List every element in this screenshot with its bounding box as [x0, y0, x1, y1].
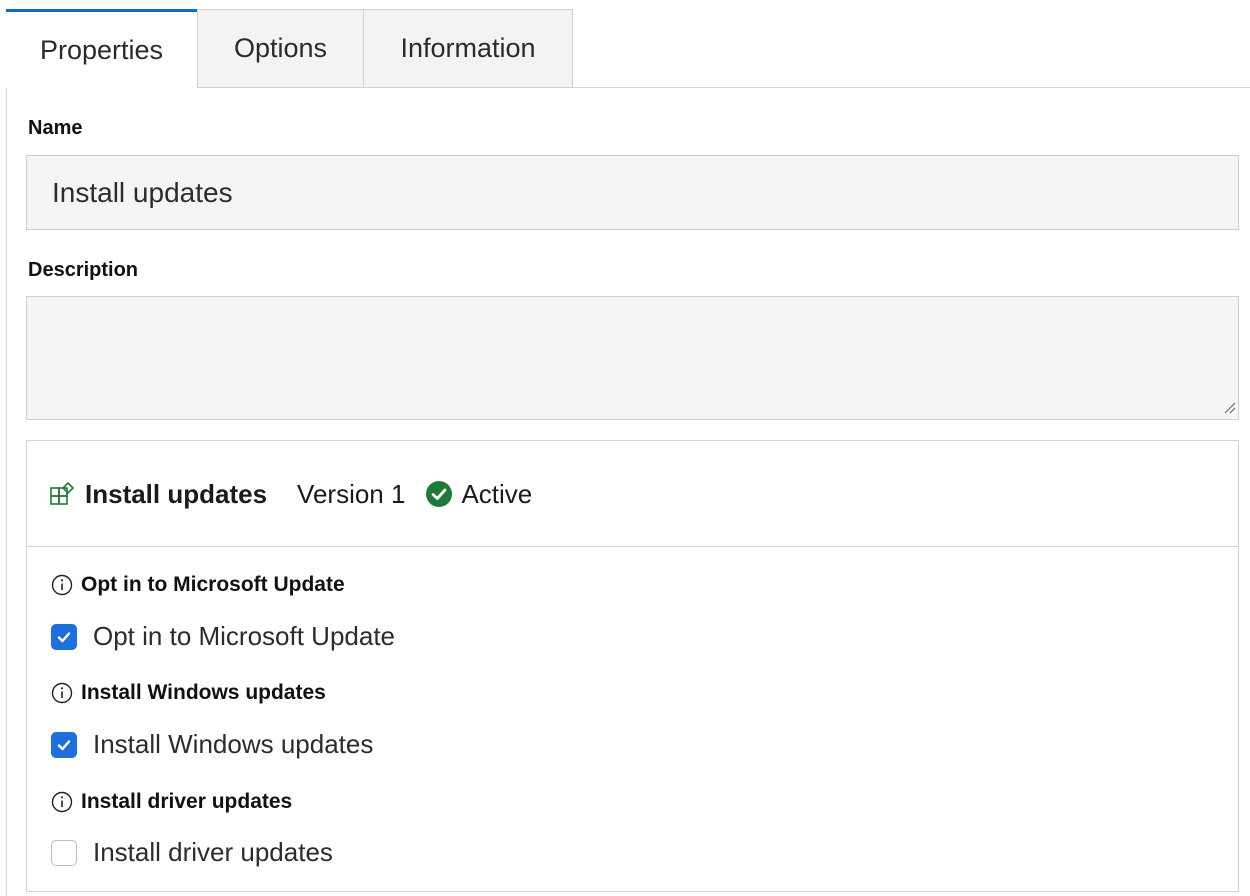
checkbox-label: Install Windows updates: [93, 729, 374, 759]
section-label-windows-updates: Install Windows updates: [51, 681, 326, 705]
checkmark-icon: [57, 631, 71, 642]
description-label: Description: [28, 259, 139, 281]
card-title: Install updates: [85, 478, 268, 509]
section-label-opt-in: Opt in to Microsoft Update: [51, 573, 345, 597]
card-header: Install updates Version 1 Active: [27, 441, 1238, 547]
info-icon[interactable]: [51, 791, 73, 813]
section-title: Install Windows updates: [81, 681, 326, 704]
check-circle-icon: [426, 481, 453, 507]
tab-label: Options: [233, 33, 328, 63]
section-title: Install driver updates: [81, 790, 293, 813]
checkbox[interactable]: [51, 731, 77, 758]
name-label: Name: [28, 117, 83, 139]
checkbox-install-windows-updates[interactable]: Install Windows updates: [51, 729, 373, 760]
checkmark-icon: [57, 739, 71, 750]
info-icon[interactable]: [51, 682, 73, 704]
version-label: Version 1: [297, 478, 406, 509]
section-title: Opt in to Microsoft Update: [81, 573, 345, 596]
checkbox[interactable]: [51, 839, 77, 866]
info-icon[interactable]: [51, 574, 73, 596]
name-field[interactable]: [26, 155, 1239, 230]
checkbox-opt-in-microsoft-update[interactable]: Opt in to Microsoft Update: [51, 621, 395, 652]
panel-left-border: [6, 9, 7, 896]
checkbox-install-driver-updates[interactable]: Install driver updates: [51, 837, 333, 868]
checkbox-label: Opt in to Microsoft Update: [93, 621, 396, 651]
tab-information[interactable]: Information: [363, 9, 573, 87]
tab-label: Information: [400, 33, 536, 63]
tab-label: Properties: [39, 34, 164, 65]
status-badge: Active: [461, 478, 533, 509]
section-label-driver-updates: Install driver updates: [51, 790, 292, 814]
checkbox-label: Install driver updates: [93, 837, 333, 867]
resize-handle-icon[interactable]: [1222, 400, 1236, 414]
configuration-card: Install updates Version 1 Active Opt in …: [26, 440, 1239, 892]
description-field[interactable]: [26, 296, 1239, 420]
tab-options[interactable]: Options: [197, 9, 363, 87]
checkbox[interactable]: [51, 623, 77, 650]
tab-bar: Properties Options Information: [6, 9, 1250, 88]
tab-properties[interactable]: Properties: [6, 9, 197, 88]
card-header-row: Install updates Version 1 Active: [49, 477, 532, 511]
windows-update-icon: [50, 481, 75, 505]
